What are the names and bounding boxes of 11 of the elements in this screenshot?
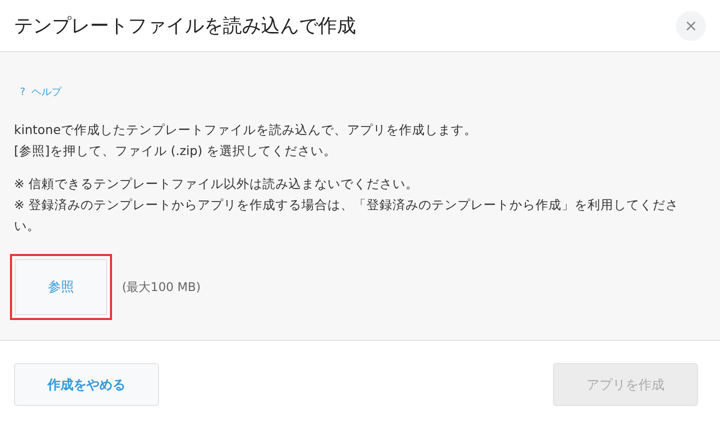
- help-link[interactable]: ? ヘルプ: [14, 85, 62, 99]
- description-text: [参照]を押して、ファイル (.zip) を選択してください。: [14, 142, 338, 160]
- browse-button[interactable]: 参照: [15, 259, 107, 315]
- close-button[interactable]: [676, 10, 706, 40]
- dialog-title: テンプレートファイルを読み込んで作成: [14, 14, 356, 38]
- cancel-button[interactable]: 作成をやめる: [14, 363, 159, 406]
- close-icon: [686, 20, 696, 30]
- note-text: ※ 登録済みのテンプレートからアプリを作成する場合は、「登録済みのテンプレートから作成」を利用してください。: [14, 196, 680, 235]
- note-text: ※ 信頼できるテンプレートファイル以外は読み込まないでください。: [14, 175, 420, 193]
- description-text: kintoneで作成したテンプレートファイルを読み込んで、アプリを作成します。: [14, 121, 478, 139]
- size-limit-text: (最大100 MB): [122, 278, 201, 296]
